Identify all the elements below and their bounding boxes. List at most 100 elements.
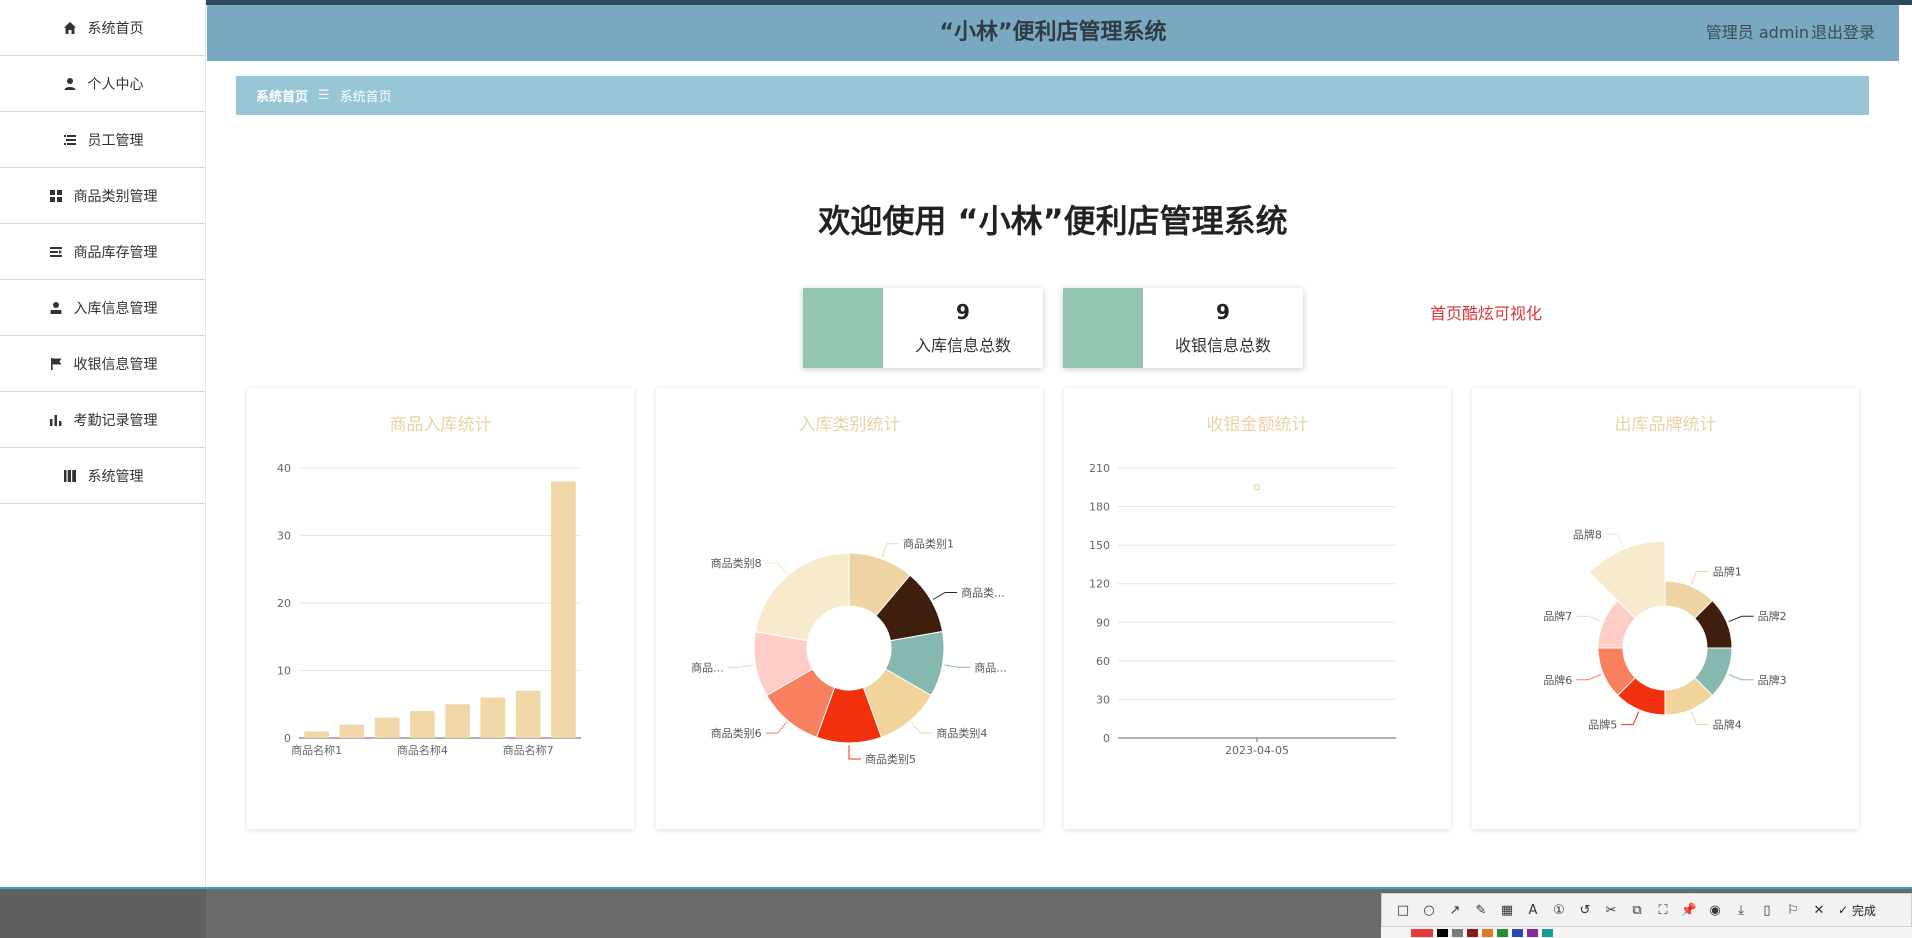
list-icon bbox=[62, 132, 78, 148]
slice-label: 品牌6 bbox=[1543, 673, 1572, 687]
sidebar-item-stock[interactable]: 商品库存管理 bbox=[0, 224, 205, 280]
app-title: “小林”便利店管理系统 bbox=[939, 20, 1167, 45]
slice-label: 品牌8 bbox=[1573, 527, 1602, 541]
sidebar-item-label: 商品库存管理 bbox=[73, 244, 158, 261]
palette-swatch[interactable] bbox=[1411, 928, 1433, 937]
bar bbox=[374, 717, 400, 738]
sidebar-item-profile[interactable]: 个人中心 bbox=[0, 56, 205, 112]
stat-label: 收银信息总数 bbox=[1174, 336, 1271, 355]
label-leader-line bbox=[727, 664, 754, 668]
stat-swatch bbox=[803, 288, 883, 368]
sidebar-item-system[interactable]: 系统管理 bbox=[0, 448, 205, 504]
bar bbox=[339, 724, 365, 738]
sidebar: 系统首页 个人中心 员工管理 商品类别管理 商品库存管理 入库信息管理 收银信息… bbox=[0, 0, 206, 887]
slice-label: 商品... bbox=[691, 660, 724, 674]
palette-swatch[interactable] bbox=[1437, 928, 1448, 937]
bar bbox=[304, 731, 329, 738]
pen-tool-icon[interactable]: ✎ bbox=[1468, 897, 1494, 923]
sidebar-item-home[interactable]: 系统首页 bbox=[0, 0, 205, 56]
label-leader-line bbox=[944, 664, 971, 668]
palette-swatch[interactable] bbox=[1497, 928, 1508, 937]
breadcrumb-home[interactable]: 系统首页 bbox=[256, 86, 308, 105]
label-leader-line bbox=[1690, 570, 1709, 585]
y-tick-label: 90 bbox=[1096, 616, 1110, 629]
sidebar-item-cashier[interactable]: 收银信息管理 bbox=[0, 336, 205, 392]
slice-label: 品牌2 bbox=[1758, 609, 1787, 623]
palette-swatch[interactable] bbox=[1482, 928, 1493, 937]
label-leader-line bbox=[1728, 615, 1754, 623]
person-icon bbox=[48, 300, 64, 316]
x-tick-label: 商品名称1 bbox=[291, 743, 342, 757]
scissors-icon[interactable]: ✂ bbox=[1598, 897, 1624, 923]
crop-icon[interactable]: ⛶ bbox=[1650, 897, 1676, 923]
sidebar-item-label: 系统首页 bbox=[87, 20, 144, 37]
mosaic-tool-icon[interactable]: ▦ bbox=[1494, 897, 1520, 923]
record-icon[interactable]: ◉ bbox=[1702, 897, 1728, 923]
slice-label: 商品类别5 bbox=[865, 752, 916, 766]
bottom-bar-left bbox=[0, 889, 206, 938]
book-icon bbox=[62, 468, 78, 484]
grid-icon bbox=[48, 188, 64, 204]
text-tool-icon[interactable]: A bbox=[1520, 897, 1546, 923]
slice bbox=[754, 552, 850, 642]
palette-swatch[interactable] bbox=[1542, 928, 1553, 937]
sidebar-item-label: 员工管理 bbox=[87, 132, 144, 149]
visualization-link[interactable]: 首页酷炫可视化 bbox=[1430, 300, 1542, 324]
sidebar-item-attendance[interactable]: 考勤记录管理 bbox=[0, 392, 205, 448]
x-tick-label: 2023-04-05 bbox=[1225, 744, 1289, 757]
bar bbox=[551, 481, 576, 738]
chart-card-cashier-amount: 收银金额统计 0 30 60 90 120 150 180 210 2023-04-05 bbox=[1064, 388, 1451, 829]
sidebar-item-category[interactable]: 商品类别管理 bbox=[0, 168, 205, 224]
label-leader-line bbox=[932, 592, 958, 600]
stat-label: 入库信息总数 bbox=[914, 336, 1011, 355]
y-tick-label: 0 bbox=[1103, 732, 1110, 745]
palette-swatch[interactable] bbox=[1527, 928, 1538, 937]
bar bbox=[410, 711, 435, 738]
number-tool-icon[interactable]: ① bbox=[1546, 897, 1572, 923]
sidebar-item-staff[interactable]: 员工管理 bbox=[0, 112, 205, 168]
slice-label: 品牌7 bbox=[1543, 609, 1572, 623]
slice-label: 商品... bbox=[974, 660, 1007, 674]
chart-card-inbound-categories: 入库类别统计 商品类别1 商品类... 商品... 商品类别4 商品类别5 商品类别6 商品… bbox=[656, 388, 1043, 829]
close-icon[interactable]: ✕ bbox=[1806, 897, 1832, 923]
bookmark-icon[interactable]: ⚐ bbox=[1780, 897, 1806, 923]
slice-label: 品牌5 bbox=[1588, 718, 1617, 732]
sidebar-item-label: 系统管理 bbox=[87, 468, 144, 485]
slice-label: 品牌4 bbox=[1713, 718, 1742, 732]
ellipse-tool-icon[interactable]: ○ bbox=[1416, 897, 1442, 923]
done-button[interactable]: ✓ 完成 bbox=[1838, 902, 1876, 919]
y-tick-label: 10 bbox=[277, 665, 291, 678]
download-icon[interactable]: ⤓ bbox=[1728, 897, 1754, 923]
slice-label: 商品类别1 bbox=[903, 537, 954, 551]
phone-icon[interactable]: ▯ bbox=[1754, 897, 1780, 923]
slice-label: 品牌3 bbox=[1758, 673, 1787, 687]
rectangle-tool-icon[interactable]: □ bbox=[1390, 897, 1416, 923]
copy-icon[interactable]: ⧉ bbox=[1624, 897, 1650, 923]
x-tick-label: 商品名称7 bbox=[503, 743, 554, 757]
top-header: “小林”便利店管理系统 管理员 admin 退出登录 bbox=[207, 5, 1899, 61]
label-leader-line bbox=[1576, 673, 1602, 681]
arrow-tool-icon[interactable]: ↗ bbox=[1442, 897, 1468, 923]
palette-swatch[interactable] bbox=[1452, 928, 1463, 937]
palette-swatch[interactable] bbox=[1467, 928, 1478, 937]
sidebar-item-label: 个人中心 bbox=[87, 76, 144, 93]
slice-label: 品牌1 bbox=[1713, 564, 1742, 578]
pin-icon[interactable]: 📌 bbox=[1676, 897, 1702, 923]
slice-label: 商品类... bbox=[961, 586, 1005, 600]
y-tick-label: 150 bbox=[1089, 539, 1110, 552]
logout-link[interactable]: 退出登录 bbox=[1811, 5, 1875, 61]
stat-card-cashier: 9 收银信息总数 bbox=[1063, 288, 1303, 368]
label-leader-line bbox=[881, 543, 899, 558]
sidebar-item-inbound[interactable]: 入库信息管理 bbox=[0, 280, 205, 336]
current-user: 管理员 admin bbox=[1705, 23, 1809, 42]
slice bbox=[1588, 540, 1666, 620]
home-icon bbox=[62, 20, 78, 36]
label-leader-line bbox=[910, 721, 933, 734]
done-label: 完成 bbox=[1851, 903, 1876, 918]
sidebar-item-label: 收银信息管理 bbox=[73, 356, 158, 373]
label-leader-line bbox=[765, 562, 788, 575]
y-tick-label: 20 bbox=[277, 597, 291, 610]
undo-icon[interactable]: ↺ bbox=[1572, 897, 1598, 923]
color-palette bbox=[1381, 927, 1912, 938]
palette-swatch[interactable] bbox=[1512, 928, 1523, 937]
